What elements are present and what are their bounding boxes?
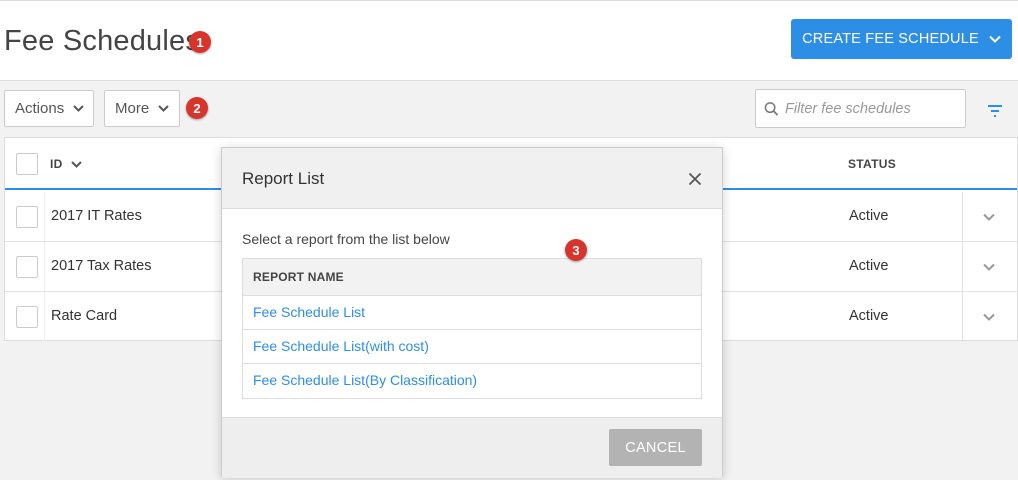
- row-name[interactable]: Rate Card: [51, 308, 117, 324]
- row-name[interactable]: 2017 IT Rates: [51, 208, 142, 224]
- modal-footer: CANCEL: [222, 417, 722, 478]
- create-fee-schedule-button[interactable]: CREATE FEE SCHEDULE: [791, 19, 1012, 59]
- report-list-modal: Report List Select a report from the lis…: [221, 147, 723, 478]
- row-checkbox[interactable]: [16, 306, 38, 328]
- row-divider: [962, 192, 963, 241]
- row-status: Active: [849, 258, 889, 274]
- chevron-down-icon[interactable]: [983, 313, 995, 321]
- close-icon[interactable]: [688, 172, 702, 186]
- annotation-badge-2: 2: [186, 97, 208, 119]
- actions-label: Actions: [15, 100, 65, 117]
- toolbar: Actions More: [0, 81, 1018, 137]
- column-header-id-label: ID: [50, 157, 63, 171]
- page-title: Fee Schedules: [4, 25, 201, 57]
- annotation-badge-1: 1: [189, 31, 211, 53]
- row-divider: [44, 192, 45, 241]
- chevron-down-icon: [989, 35, 1001, 43]
- row-checkbox[interactable]: [16, 256, 38, 278]
- row-status: Active: [849, 308, 889, 324]
- more-label: More: [115, 100, 150, 117]
- filter-input[interactable]: [785, 100, 965, 117]
- report-table: REPORT NAME Fee Schedule List Fee Schedu…: [242, 258, 702, 399]
- modal-header: Report List: [222, 148, 722, 209]
- modal-description: Select a report from the list below: [242, 231, 450, 247]
- chevron-down-icon: [70, 160, 82, 168]
- more-dropdown[interactable]: More: [104, 90, 180, 127]
- annotation-badge-3: 3: [565, 239, 587, 261]
- row-divider: [44, 292, 45, 342]
- chevron-down-icon: [73, 105, 84, 112]
- row-divider: [44, 242, 45, 291]
- report-name-header: REPORT NAME: [243, 259, 701, 296]
- report-link-fee-schedule-list-with-cost[interactable]: Fee Schedule List(with cost): [243, 330, 701, 364]
- modal-title: Report List: [242, 169, 325, 188]
- actions-dropdown[interactable]: Actions: [4, 90, 94, 127]
- row-status: Active: [849, 208, 889, 224]
- column-header-id[interactable]: ID: [50, 157, 82, 171]
- column-header-status: STATUS: [848, 157, 897, 171]
- cancel-button[interactable]: CANCEL: [609, 429, 702, 466]
- report-link-fee-schedule-list[interactable]: Fee Schedule List: [243, 296, 701, 330]
- chevron-down-icon[interactable]: [983, 213, 995, 221]
- row-checkbox[interactable]: [16, 206, 38, 228]
- row-divider: [962, 292, 963, 342]
- chevron-down-icon: [158, 105, 169, 112]
- page-header: Fee Schedules CREATE FEE SCHEDULE: [0, 0, 1018, 81]
- select-all-checkbox[interactable]: [16, 153, 38, 175]
- filter-icon[interactable]: [986, 104, 1004, 118]
- report-link-fee-schedule-list-by-classification[interactable]: Fee Schedule List(By Classification): [243, 364, 701, 398]
- row-name[interactable]: 2017 Tax Rates: [51, 258, 152, 274]
- chevron-down-icon[interactable]: [983, 263, 995, 271]
- row-divider: [962, 242, 963, 291]
- search-icon: [764, 101, 779, 116]
- create-fee-schedule-label: CREATE FEE SCHEDULE: [802, 31, 979, 47]
- filter-search-box[interactable]: [755, 89, 966, 128]
